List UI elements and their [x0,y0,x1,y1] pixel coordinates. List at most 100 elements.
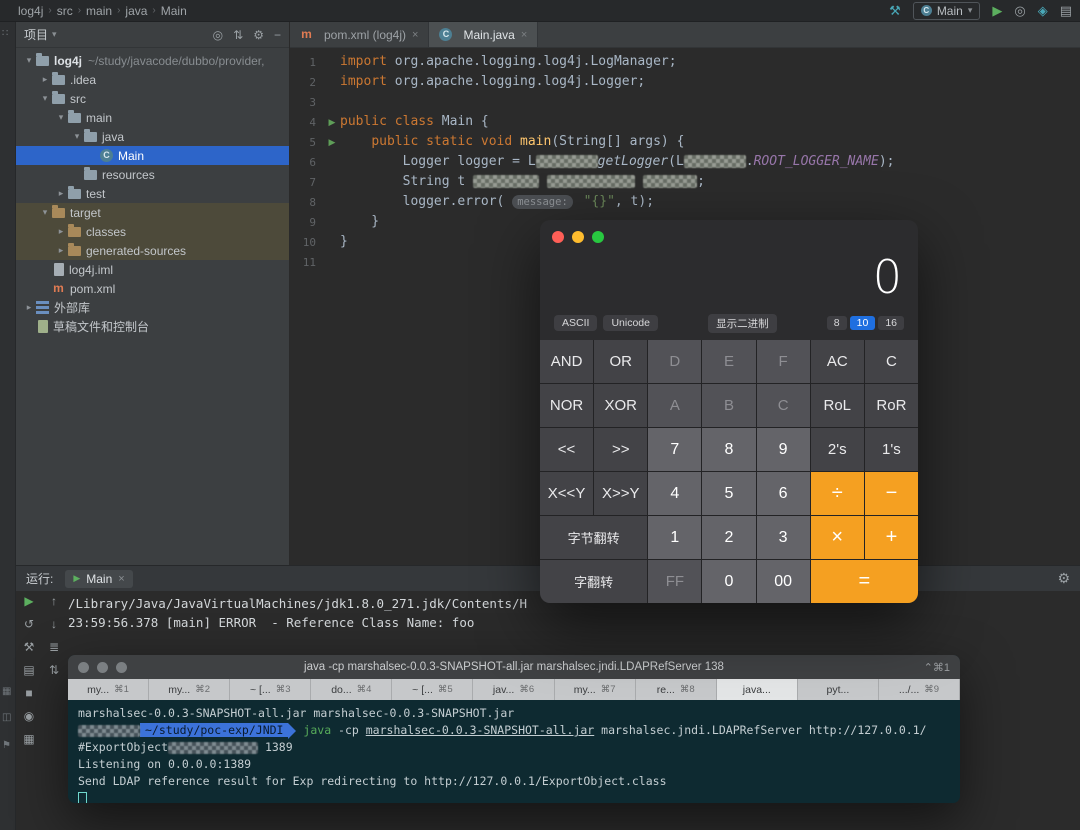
gear-icon[interactable]: ⚙ [1057,570,1070,587]
terminal-tab[interactable]: my...⌘1 [68,679,149,700]
calc-button[interactable]: 9 [757,428,810,471]
terminal-tab[interactable]: pyt... [798,679,879,700]
terminal-tab[interactable]: jav...⌘6 [473,679,554,700]
calc-button[interactable]: − [865,472,918,515]
calc-button[interactable]: F [757,340,810,383]
code-line[interactable]: 7 String t ; [290,172,1080,192]
base-option-16[interactable]: 16 [878,316,904,330]
run-line-icon[interactable]: ▶ [324,137,340,148]
breadcrumb-item[interactable]: src [57,4,73,18]
close-button[interactable] [78,662,89,673]
tree-item-log4j-iml-file[interactable]: log4j.iml [16,260,289,279]
tree-item-java-folder[interactable]: ▾java [16,127,289,146]
settings-icon[interactable]: ⚙ [253,28,264,42]
terminal-tab[interactable]: ~ [...⌘3 [230,679,311,700]
calc-button[interactable]: 字节翻转 [540,516,647,559]
project-title[interactable]: 项目 [24,26,48,43]
tree-item-scratches[interactable]: 草稿文件和控制台 [16,317,289,336]
down-stack-icon[interactable]: ↓ [51,618,57,630]
zoom-button[interactable] [592,231,604,243]
refresh-icon[interactable]: ↺ [24,618,34,630]
tree-item-classes-folder[interactable]: ▸classes [16,222,289,241]
calc-button[interactable]: AC [811,340,864,383]
calc-button[interactable]: ÷ [811,472,864,515]
calc-button[interactable]: E [702,340,755,383]
stripe-icon[interactable]: ◫ [2,712,11,723]
chevron-right-icon[interactable]: ▸ [54,188,68,199]
close-icon[interactable]: × [412,29,418,41]
unicode-button[interactable]: Unicode [603,315,658,331]
tab-main-java[interactable]: CMain.java× [429,22,538,47]
calc-button[interactable]: A [648,384,701,427]
stripe-icon[interactable]: ∷ [2,28,8,39]
scroll-end-icon[interactable]: ⇅ [49,664,59,676]
ascii-button[interactable]: ASCII [554,315,597,331]
calc-button[interactable]: RoL [811,384,864,427]
chevron-right-icon[interactable]: ▸ [54,245,68,256]
tree-item-generated-sources-folder[interactable]: ▸generated-sources [16,241,289,260]
close-icon[interactable]: × [118,573,124,585]
run-line-icon[interactable]: ▶ [324,117,340,128]
code-line[interactable]: 8 logger.error( message: "{}", t); [290,192,1080,212]
tree-item-src-folder[interactable]: ▾src [16,89,289,108]
coverage-icon[interactable]: ◎ [1014,4,1025,17]
breadcrumb-item[interactable]: java [125,4,147,18]
calc-button[interactable]: 0 [702,560,755,603]
calc-button[interactable]: + [865,516,918,559]
chevron-down-icon[interactable]: ▾ [54,112,68,123]
minimize-button[interactable] [97,662,108,673]
calc-button[interactable]: D [648,340,701,383]
chevron-down-icon[interactable]: ▾ [22,55,36,66]
build-icon[interactable]: ⚒ [24,641,35,653]
chevron-down-icon[interactable]: ▾ [38,207,52,218]
calc-button[interactable]: XOR [594,384,647,427]
zoom-button[interactable] [116,662,127,673]
calc-button[interactable]: 8 [702,428,755,471]
calc-button[interactable]: 2's [811,428,864,471]
tree-item-idea-folder[interactable]: ▸.idea [16,70,289,89]
expand-collapse-icon[interactable]: ⇅ [233,28,243,42]
breadcrumb-item[interactable]: Main [161,4,187,18]
calc-button[interactable]: << [540,428,593,471]
calc-button[interactable]: 7 [648,428,701,471]
terminal-title-bar[interactable]: java -cp marshalsec-0.0.3-SNAPSHOT-all.j… [68,655,960,679]
calc-button[interactable]: OR [594,340,647,383]
rerun-icon[interactable]: ▶ [24,595,33,607]
tree-item-main-folder[interactable]: ▾main [16,108,289,127]
chevron-down-icon[interactable]: ▾ [70,131,84,142]
terminal-tab[interactable]: java... [717,679,798,700]
chevron-right-icon[interactable]: ▸ [38,74,52,85]
calc-button[interactable]: C [865,340,918,383]
calc-button[interactable]: RoR [865,384,918,427]
stripe-icon[interactable]: ▦ [2,686,11,697]
tree-item-main-class[interactable]: CMain [16,146,289,165]
terminal-tab[interactable]: .../...⌘9 [879,679,960,700]
run-tab-main[interactable]: ▶ Main × [65,570,132,588]
calc-button[interactable]: FF [648,560,701,603]
code-line[interactable]: 4▶public class Main { [290,112,1080,132]
tree-item-target-folder[interactable]: ▾target [16,203,289,222]
calc-button[interactable]: 00 [757,560,810,603]
snapshot-icon[interactable]: ◉ [24,710,34,722]
calc-button[interactable]: 3 [757,516,810,559]
calc-button[interactable]: × [811,516,864,559]
tree-item-test-folder[interactable]: ▸test [16,184,289,203]
calc-button[interactable]: AND [540,340,593,383]
minimize-button[interactable] [572,231,584,243]
code-line[interactable]: 5▶ public static void main(String[] args… [290,132,1080,152]
tree-item-external-libraries[interactable]: ▸外部库 [16,298,289,317]
stop-icon[interactable]: ■ [25,687,32,699]
code-line[interactable]: 2import org.apache.logging.log4j.Logger; [290,72,1080,92]
calc-button[interactable]: 1 [648,516,701,559]
chevron-down-icon[interactable]: ▾ [38,93,52,104]
calc-button[interactable]: C [757,384,810,427]
database-icon[interactable]: ▤ [1060,4,1072,17]
profiler-icon[interactable]: ◈ [1038,4,1048,17]
code-line[interactable]: 3 [290,92,1080,112]
calc-button[interactable]: X>>Y [594,472,647,515]
layout-icon[interactable]: ▤ [23,664,34,676]
terminal-tab[interactable]: my...⌘7 [555,679,636,700]
show-binary-button[interactable]: 显示二进制 [708,314,777,333]
terminal-tab[interactable]: my...⌘2 [149,679,230,700]
breadcrumb-item[interactable]: main [86,4,112,18]
